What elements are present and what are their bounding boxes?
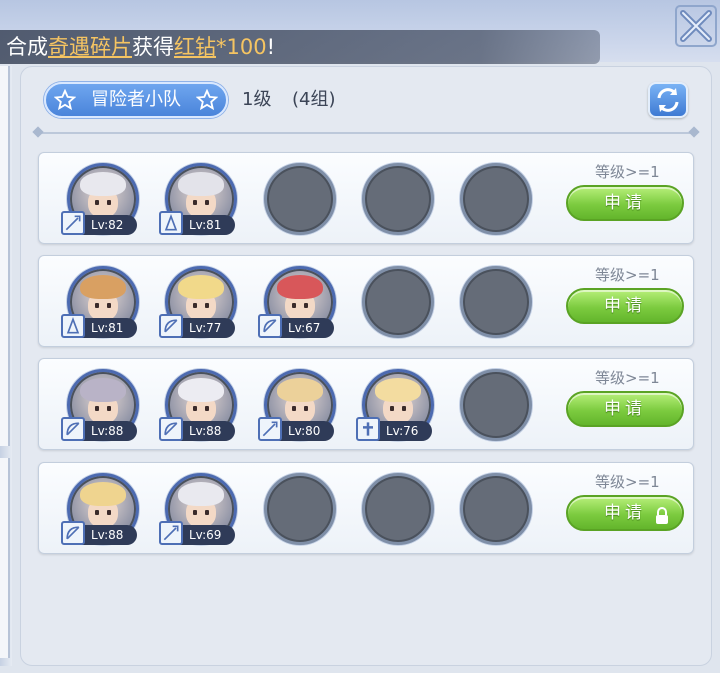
notice-item-link[interactable]: 奇遇碎片 (48, 35, 132, 59)
avatar-hair (277, 275, 323, 299)
team-row: Lv:88 Lv:69 等级>=1 申请 (38, 462, 694, 554)
avatar-hair (178, 378, 224, 402)
avatar-eye (193, 406, 197, 411)
avatar-eye (95, 510, 99, 515)
sword-job-icon (61, 211, 85, 235)
bow-job-icon (159, 314, 183, 338)
empty-member-slot[interactable] (460, 473, 532, 545)
avatar-eye (193, 200, 197, 205)
notice-middle: 获得 (132, 35, 174, 59)
avatar-eye (107, 200, 111, 205)
apply-label: 申请 (604, 399, 646, 419)
avatar-hair (178, 275, 224, 299)
avatar-eye (107, 303, 111, 308)
refresh-icon (657, 88, 679, 112)
notice-amount: *100 (216, 35, 267, 59)
team-row: Lv:81 Lv:77 Lv:67 等级>=1 申请 (38, 255, 694, 347)
avatar-hair (80, 275, 126, 299)
notice-prefix: 合成 (6, 35, 48, 59)
avatar-eye (292, 406, 296, 411)
bow-job-icon (159, 417, 183, 441)
avatar-eye (390, 406, 394, 411)
empty-member-slot[interactable] (264, 163, 336, 235)
empty-member-slot[interactable] (264, 473, 336, 545)
bow-job-icon (61, 521, 85, 545)
sword-job-icon (159, 521, 183, 545)
lock-icon (654, 504, 670, 524)
avatar-eye (95, 406, 99, 411)
team-row: Lv:88 Lv:88 Lv:80 Lv:76 等级>=1 申请 (38, 358, 694, 450)
bow-job-icon (258, 314, 282, 338)
empty-member-slot[interactable] (362, 266, 434, 338)
avatar-eye (95, 200, 99, 205)
empty-member-slot[interactable] (362, 473, 434, 545)
close-icon (675, 5, 717, 47)
star-icon (196, 89, 218, 111)
avatar-eye (304, 406, 308, 411)
avatar-eye (304, 303, 308, 308)
sword-job-icon (258, 417, 282, 441)
apply-label: 申请 (604, 503, 646, 523)
avatar-eye (205, 200, 209, 205)
mage-job-icon (61, 314, 85, 338)
avatar-hair (80, 482, 126, 506)
apply-button[interactable]: 申请 (566, 288, 684, 324)
reward-notice: 合成奇遇碎片获得红钻*100! (0, 30, 600, 64)
avatar-eye (205, 303, 209, 308)
team-row: Lv:82 Lv:81 等级>=1 申请 (38, 152, 694, 244)
apply-label: 申请 (604, 193, 646, 213)
star-icon (54, 89, 76, 111)
avatar-eye (95, 303, 99, 308)
apply-label: 申请 (604, 296, 646, 316)
bow-job-icon (61, 417, 85, 441)
mage-job-icon (159, 211, 183, 235)
divider (32, 126, 700, 138)
apply-button[interactable]: 申请 (566, 495, 684, 531)
group-count: (4组) (292, 89, 336, 110)
empty-member-slot[interactable] (460, 369, 532, 441)
level-requirement: 等级>=1 (595, 266, 660, 284)
team-name: 冒险者小队 (91, 89, 181, 110)
notice-suffix: ! (266, 35, 276, 59)
avatar-hair (178, 482, 224, 506)
empty-member-slot[interactable] (460, 266, 532, 338)
notice-reward-link[interactable]: 红钻 (174, 35, 216, 59)
cross-job-icon (356, 417, 380, 441)
team-level: 1级 (242, 89, 272, 110)
avatar-eye (193, 303, 197, 308)
level-requirement: 等级>=1 (595, 473, 660, 491)
side-tab-2[interactable] (0, 458, 10, 658)
level-requirement: 等级>=1 (595, 163, 660, 181)
team-name-pill[interactable]: 冒险者小队 (44, 82, 228, 118)
refresh-button[interactable] (648, 82, 688, 118)
avatar-eye (107, 406, 111, 411)
avatar-hair (375, 378, 421, 402)
apply-button[interactable]: 申请 (566, 185, 684, 221)
apply-button[interactable]: 申请 (566, 391, 684, 427)
empty-member-slot[interactable] (460, 163, 532, 235)
avatar-eye (292, 303, 296, 308)
level-requirement: 等级>=1 (595, 369, 660, 387)
side-tab-1[interactable] (0, 66, 10, 446)
avatar-eye (107, 510, 111, 515)
avatar-hair (80, 378, 126, 402)
close-button[interactable] (674, 4, 718, 48)
avatar-eye (402, 406, 406, 411)
avatar-hair (277, 378, 323, 402)
avatar-eye (205, 510, 209, 515)
avatar-eye (193, 510, 197, 515)
avatar-hair (178, 172, 224, 196)
empty-member-slot[interactable] (362, 163, 434, 235)
avatar-eye (205, 406, 209, 411)
avatar-hair (80, 172, 126, 196)
